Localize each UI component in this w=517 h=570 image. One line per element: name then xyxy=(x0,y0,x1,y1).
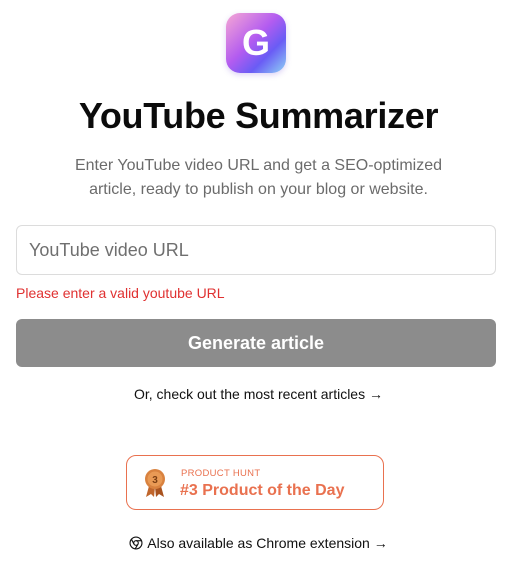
subtitle-line-2: article, ready to publish on your blog o… xyxy=(89,181,428,198)
youtube-url-input[interactable] xyxy=(16,225,496,275)
recent-articles-link[interactable]: Or, check out the most recent articles → xyxy=(0,386,517,402)
subtitle-line-1: Enter YouTube video URL and get a SEO-op… xyxy=(74,157,443,174)
app-logo-icon: G xyxy=(226,13,286,73)
chrome-extension-text: Also available as Chrome extension → xyxy=(147,535,388,551)
page-title: YouTube Summarizer xyxy=(78,95,439,136)
product-hunt-rank: #3 Product of the Day xyxy=(180,482,345,499)
bronze-medal-icon: 3 xyxy=(145,469,165,497)
medal-number: 3 xyxy=(152,475,158,486)
product-hunt-badge[interactable]: 3 PRODUCT HUNT #3 Product of the Day xyxy=(126,455,384,510)
logo-letter: G xyxy=(241,22,270,63)
page-subtitle: Enter YouTube video URL and get a SEO-op… xyxy=(40,154,477,202)
chrome-extension-link[interactable]: Also available as Chrome extension → xyxy=(0,535,517,551)
chrome-icon xyxy=(129,536,143,550)
generate-article-button[interactable]: Generate article xyxy=(16,319,496,367)
url-error-message: Please enter a valid youtube URL xyxy=(16,285,225,301)
page: G YouTube Summarizer Enter YouTube video… xyxy=(0,0,517,570)
product-hunt-label: PRODUCT HUNT xyxy=(181,468,261,479)
